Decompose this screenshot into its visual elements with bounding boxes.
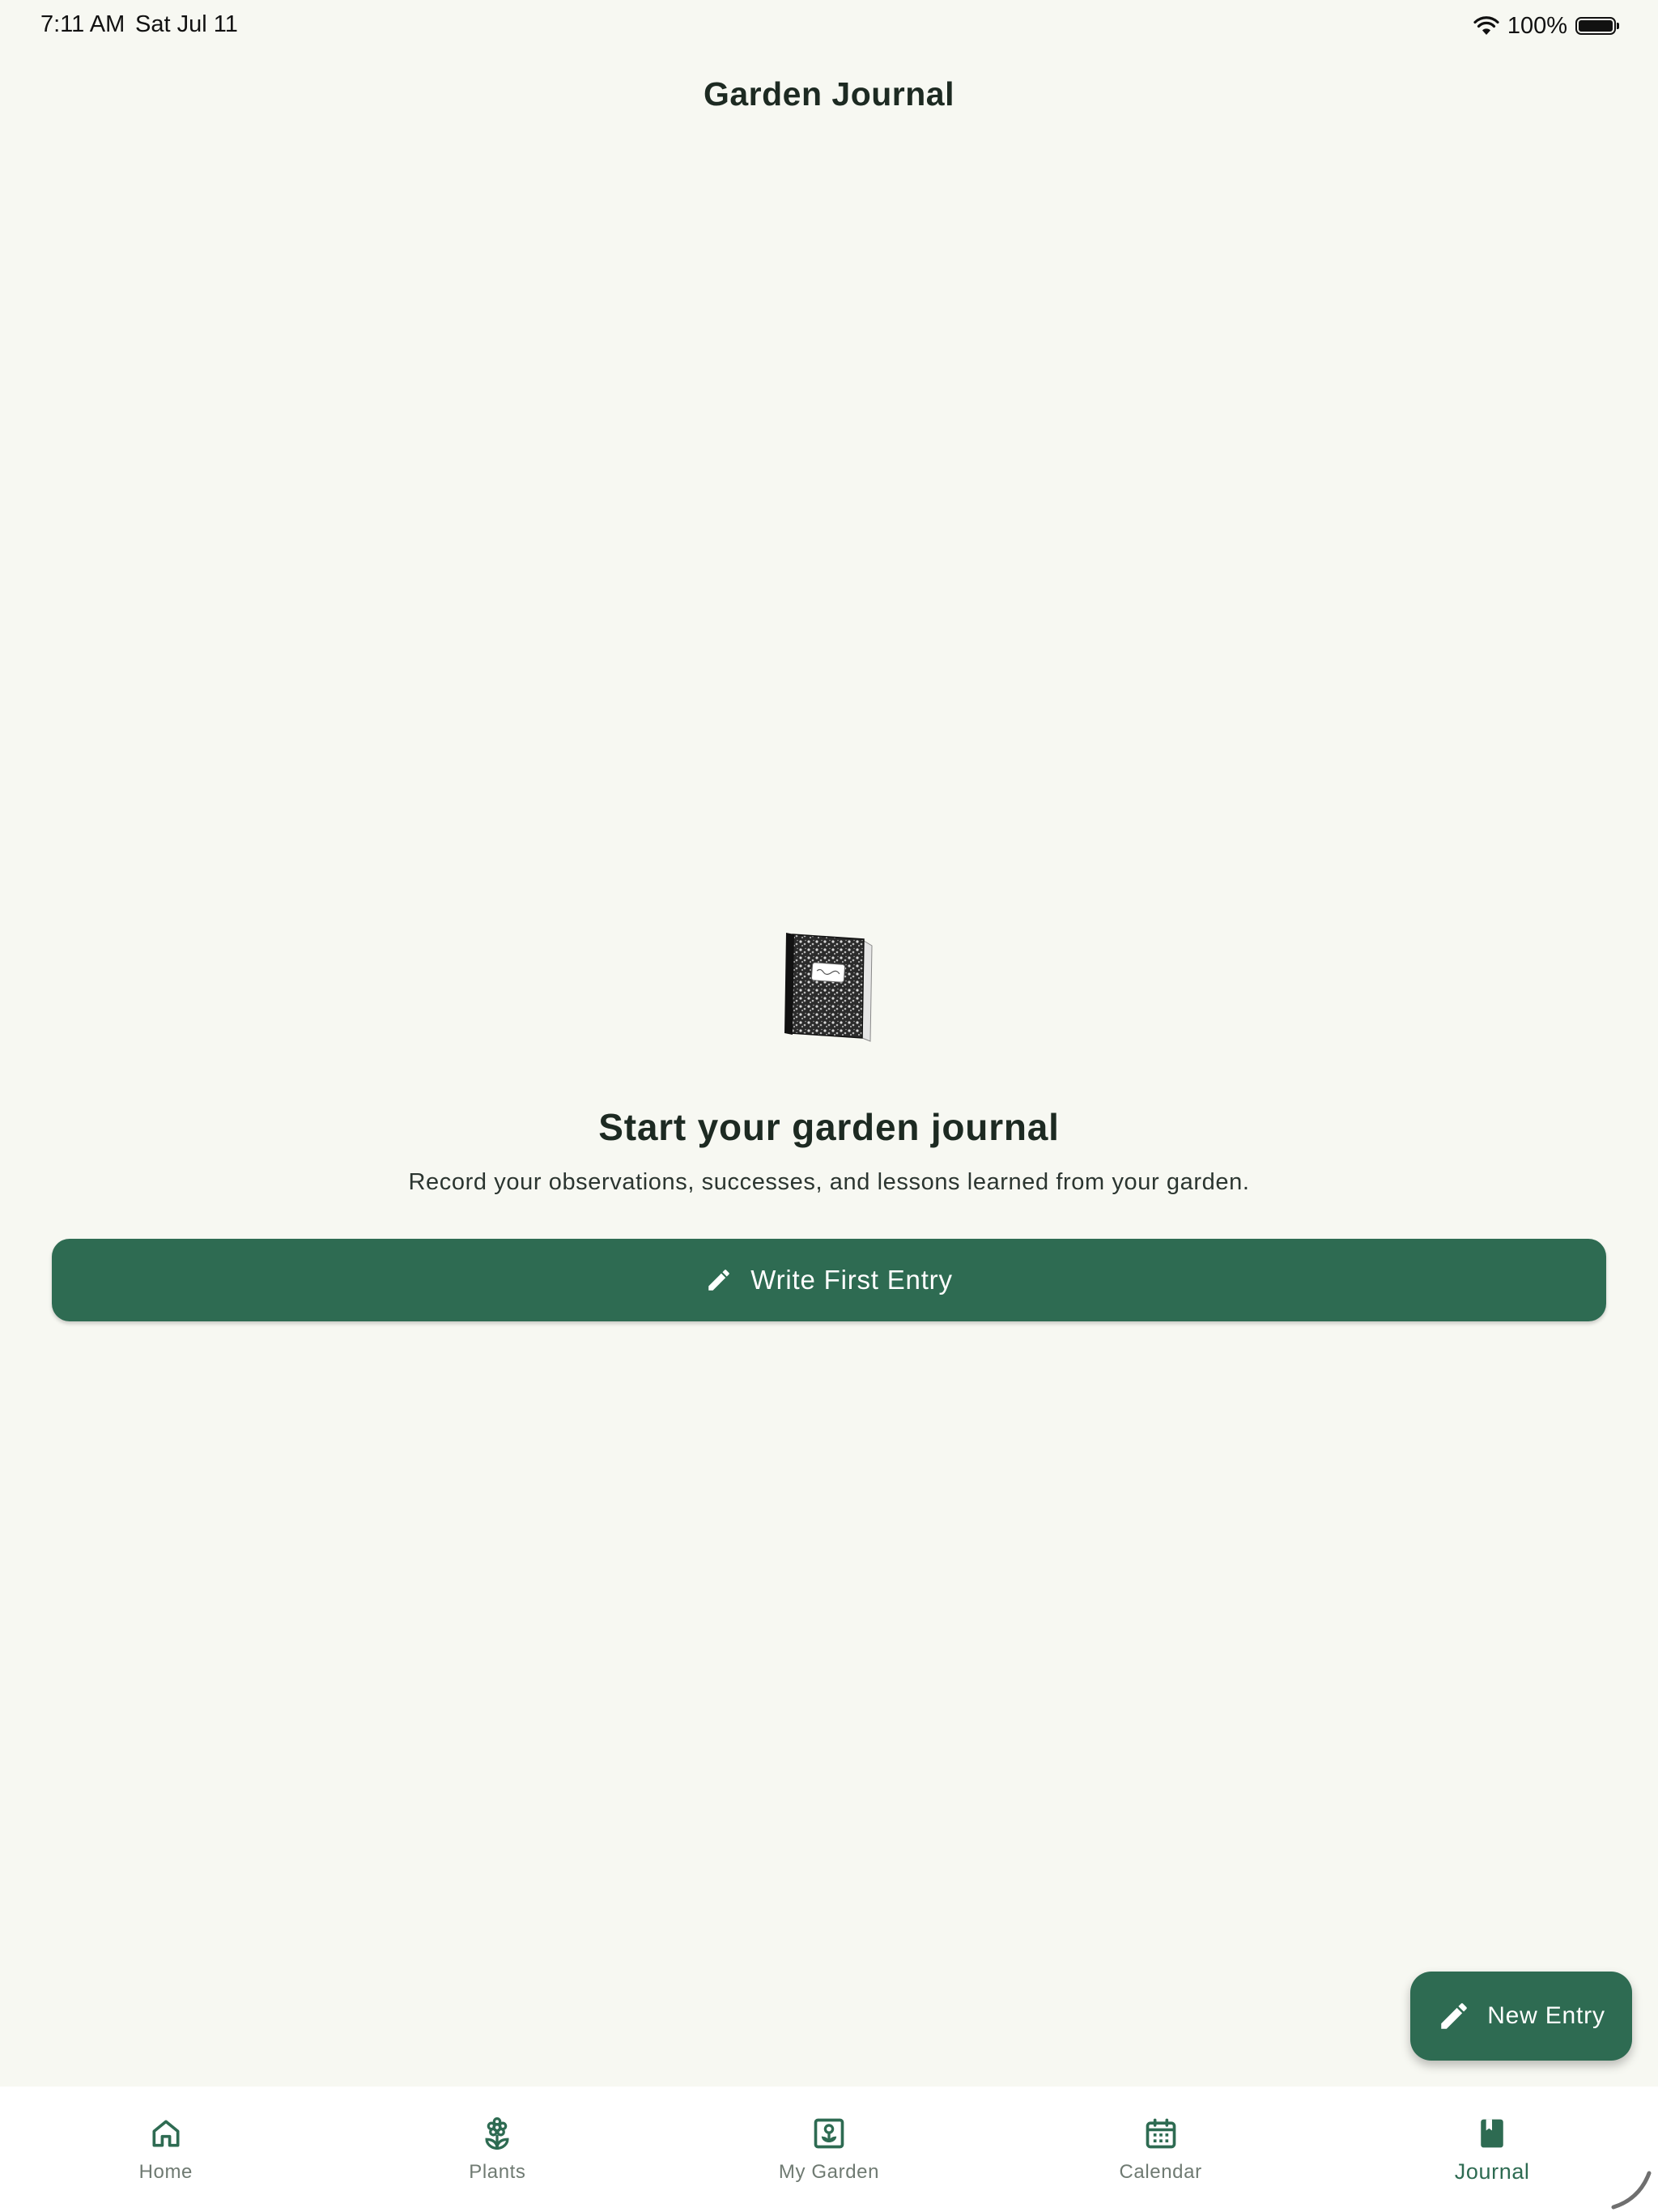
journal-icon (1481, 2119, 1503, 2148)
nav-label-my-garden: My Garden (778, 2161, 880, 2183)
wifi-icon (1473, 16, 1499, 35)
nav-label-journal: Journal (1454, 2159, 1530, 2184)
bottom-navigation: Home Plants My Garden Calendar Journal (0, 2087, 1658, 2212)
empty-state-title: Start your garden journal (598, 1106, 1060, 1148)
nav-item-my-garden[interactable]: My Garden (663, 2087, 995, 2212)
flower-icon (485, 2117, 509, 2150)
battery-icon (1575, 17, 1619, 35)
new-entry-button[interactable]: New Entry (1410, 1972, 1632, 2061)
status-bar: 7:11 AM Sat Jul 11 100% (0, 0, 1658, 52)
page-title: Garden Journal (703, 75, 954, 113)
home-icon (152, 2120, 180, 2147)
nav-label-calendar: Calendar (1119, 2161, 1202, 2183)
battery-percentage: 100% (1507, 12, 1567, 39)
calendar-icon (1146, 2118, 1175, 2149)
write-first-entry-label: Write First Entry (750, 1265, 953, 1295)
nav-label-home: Home (138, 2161, 193, 2183)
garden-icon (814, 2118, 844, 2149)
notebook-icon (784, 933, 873, 1042)
nav-label-plants: Plants (469, 2161, 526, 2183)
pencil-icon (1441, 2003, 1467, 2029)
nav-item-calendar[interactable]: Calendar (995, 2087, 1327, 2212)
new-entry-label: New Entry (1487, 2002, 1605, 2029)
status-date: Sat Jul 11 (135, 11, 238, 37)
status-time: 7:11 AM (40, 11, 125, 37)
status-indicators: 100% (1473, 10, 1619, 42)
write-first-entry-button[interactable]: Write First Entry (52, 1239, 1606, 1321)
empty-state-description: Record your observations, successes, and… (408, 1169, 1250, 1195)
nav-item-home[interactable]: Home (0, 2087, 332, 2212)
pencil-icon (708, 1270, 730, 1291)
resize-handle-icon (1611, 2171, 1652, 2210)
nav-item-plants[interactable]: Plants (332, 2087, 664, 2212)
